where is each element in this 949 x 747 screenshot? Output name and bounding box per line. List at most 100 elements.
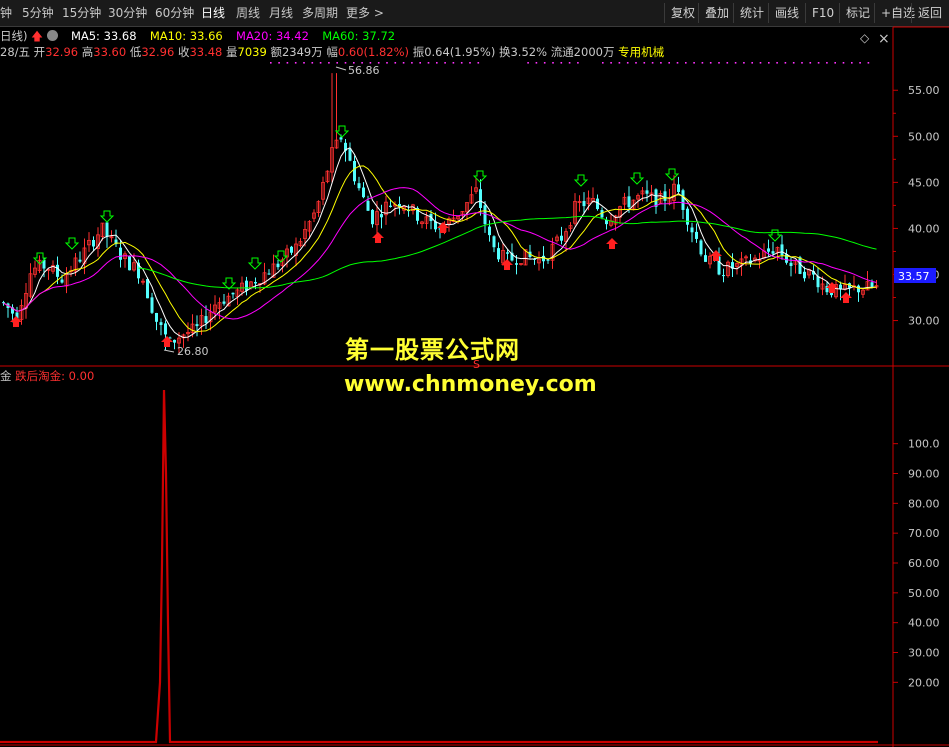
candle-body-up <box>474 187 478 192</box>
candle-body-up <box>807 269 811 276</box>
candle-body-down <box>42 259 46 269</box>
candle-body-up <box>613 215 618 225</box>
ma20-line <box>3 187 877 320</box>
top-dot <box>610 62 612 64</box>
dropdown-circle-icon[interactable] <box>46 30 58 41</box>
top-dot <box>560 62 563 64</box>
tab-weekly[interactable]: 周线 <box>236 4 260 22</box>
low-label: 26.80 <box>177 345 209 358</box>
candle-body-up <box>469 194 474 204</box>
candle-body-down <box>582 201 586 207</box>
candle-body-down <box>155 312 158 322</box>
candle-body-up <box>622 196 627 205</box>
candle-body-up <box>640 190 645 195</box>
candle-body-down <box>105 222 109 237</box>
candle-body-down <box>2 302 5 304</box>
buy-signal-arrow <box>840 292 852 303</box>
top-dot <box>411 62 413 64</box>
candle-body-up <box>631 199 636 210</box>
indicator-tick-label: 30.00 <box>908 647 940 660</box>
candle-body-up <box>573 201 577 224</box>
up-arrow-icon[interactable]: 🡅 <box>31 29 43 43</box>
candle-body-up <box>375 211 379 226</box>
candle-body-up <box>240 282 244 292</box>
candle-body-up <box>708 255 712 265</box>
candle-body-up <box>321 182 325 200</box>
candle-body-down <box>645 190 649 194</box>
candle-body-down <box>339 137 343 140</box>
draw-button[interactable]: 画线 <box>768 3 805 23</box>
candle-body-up <box>100 222 105 237</box>
low-pointer <box>163 349 175 353</box>
candle-body-up <box>820 283 825 290</box>
tab-monthly[interactable]: 月线 <box>269 4 293 22</box>
candle-body-down <box>6 303 10 309</box>
top-dot <box>668 62 670 64</box>
close-value: 33.48 <box>189 45 223 59</box>
back-button[interactable]: 返回 <box>911 3 948 23</box>
indicator-curve <box>0 389 878 744</box>
candle-body-down <box>686 208 689 225</box>
buy-signal-arrow <box>710 250 722 261</box>
top-dot <box>726 62 729 64</box>
candle-body-up <box>285 248 289 258</box>
candle-body-down <box>749 260 752 264</box>
ma60-line <box>138 215 877 289</box>
f10-button[interactable]: F10 <box>805 3 840 23</box>
candle-body-down <box>767 248 770 252</box>
candle-body-down <box>56 264 59 277</box>
candle-body-up <box>834 284 838 298</box>
tab-5min[interactable]: 5分钟 <box>22 4 54 22</box>
top-dot <box>278 62 280 64</box>
candle-body-down <box>857 285 860 293</box>
top-dot <box>867 62 870 64</box>
candle-body-up <box>73 257 78 272</box>
stats-button[interactable]: 统计 <box>733 3 770 23</box>
candle-body-up <box>555 236 559 242</box>
diamond-icon: ◇ <box>860 31 870 45</box>
indicator-label-line: 金 跌后淘金: 0.00 <box>0 368 94 384</box>
signals <box>10 125 852 347</box>
top-dot <box>369 62 372 64</box>
candle-body-up <box>550 243 555 261</box>
buy-signal-arrow <box>437 222 449 233</box>
tab-60min[interactable]: 60分钟 <box>155 4 194 22</box>
candle-body-down <box>267 273 271 275</box>
top-dot <box>477 62 480 64</box>
candle-body-up <box>82 247 87 264</box>
sell-signal-arrow <box>573 174 589 187</box>
tab-more[interactable]: 更多 > <box>346 4 384 22</box>
candle-body-down <box>245 280 248 291</box>
tab-minute[interactable]: 钟 <box>0 4 12 22</box>
top-dot <box>361 62 363 64</box>
candle-body-down <box>389 205 392 207</box>
candle-body-up <box>141 280 145 283</box>
candle-body-up <box>402 206 406 211</box>
candle-body-up <box>577 201 582 204</box>
candle-body-up <box>51 265 55 272</box>
tab-multi-period[interactable]: 多周期 <box>302 4 338 22</box>
candle-body-up <box>37 259 42 271</box>
mark-button[interactable]: 标记 <box>839 3 876 23</box>
candle-body-down <box>690 227 694 233</box>
adjust-button[interactable]: 复权 <box>664 3 701 23</box>
candle-body-up <box>109 236 114 239</box>
top-dots <box>270 62 870 64</box>
amount-label: 额 <box>270 45 282 59</box>
ma10-value: MA10: 33.66 <box>149 29 223 43</box>
candle-body-down <box>704 255 707 262</box>
price-tick-label: 35.00 <box>908 268 940 281</box>
low-annotation: 26.80 <box>163 345 209 358</box>
candle-body-up <box>298 241 303 247</box>
period-label: 日线) <box>0 29 28 43</box>
top-dot <box>626 62 629 64</box>
candle-body-up <box>586 197 591 205</box>
tab-15min[interactable]: 15分钟 <box>62 4 101 22</box>
float-shares-value: 流通2000万 <box>550 45 615 59</box>
candle-body-down <box>699 240 703 255</box>
overlay-button[interactable]: 叠加 <box>698 3 735 23</box>
tab-30min[interactable]: 30分钟 <box>108 4 147 22</box>
tab-daily[interactable]: 日线 <box>201 4 225 22</box>
top-dot <box>817 62 820 64</box>
quote-info-line: 28/五 开32.96 高33.60 低32.96 收33.48 量7039 额… <box>0 44 664 60</box>
